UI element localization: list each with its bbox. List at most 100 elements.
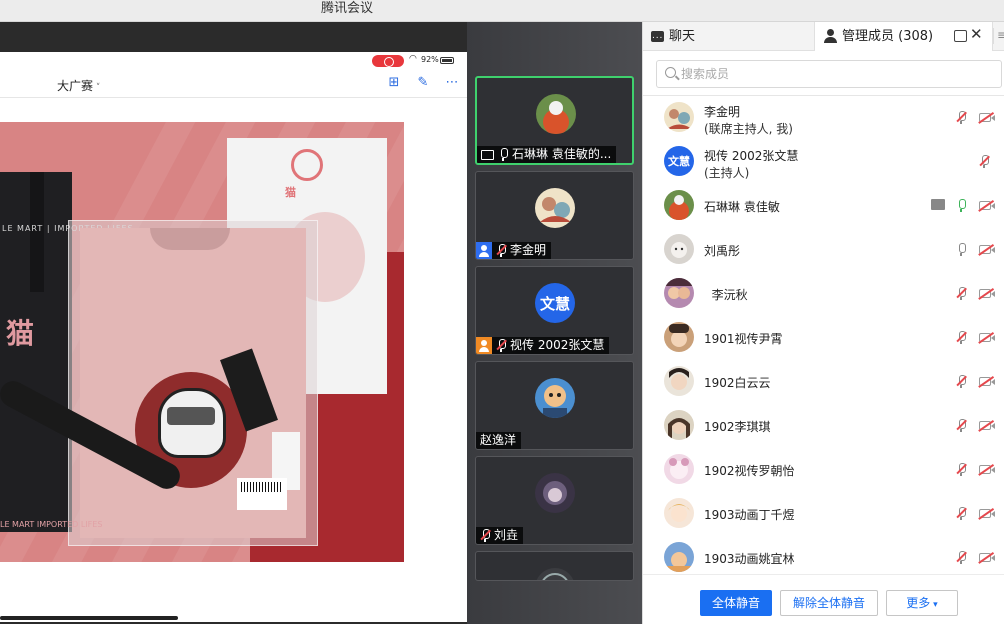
avatar	[664, 278, 694, 308]
avatar: 文慧	[535, 283, 575, 323]
tote-bag: LE MART | IMPORTED LIFES 猫	[0, 172, 133, 532]
tile-name-label: 刘垚	[476, 527, 524, 544]
mute-all-button[interactable]: 全体静音	[700, 590, 772, 616]
avatar	[664, 454, 694, 484]
list-item[interactable]: 1902白云云	[643, 360, 1004, 404]
mic-muted-icon[interactable]	[979, 155, 990, 168]
more-button[interactable]: 更多	[886, 590, 958, 616]
mic-on-icon[interactable]	[956, 199, 966, 212]
camera-off-icon[interactable]	[978, 199, 995, 212]
barcode-label	[237, 478, 287, 510]
video-tile[interactable]	[475, 551, 634, 581]
mic-muted-icon[interactable]	[956, 463, 967, 476]
ipad-home-indicator	[0, 616, 178, 620]
screen-share-icon	[931, 199, 945, 210]
pen-icon: ✎	[417, 75, 429, 90]
avatar	[664, 498, 694, 528]
mic-muted-icon[interactable]	[956, 507, 967, 520]
member-list[interactable]: 李金明 (联席主持人, 我) 文慧 视传 2002张文慧 (主持人) 石琳琳 袁…	[643, 96, 1004, 574]
video-tile[interactable]: 石琳琳 袁佳敏的...	[475, 76, 634, 165]
ipad-status-bar: ◠ 92%	[0, 52, 467, 70]
tab-chat[interactable]: 聊天	[643, 22, 815, 51]
list-item[interactable]: 石琳琳 袁佳敏	[643, 184, 1004, 228]
video-tiles-strip[interactable]: 石琳琳 袁佳敏的... 李金明 文慧 视传 2002张文慧 赵逸洋 刘垚	[467, 22, 642, 624]
avatar	[664, 234, 694, 264]
mic-icon[interactable]	[956, 243, 966, 256]
camera-off-icon[interactable]	[978, 111, 995, 124]
mic-muted-icon	[496, 339, 507, 352]
camera-off-icon[interactable]	[978, 375, 995, 388]
close-icon[interactable]: ✕	[970, 25, 983, 43]
avatar	[535, 473, 575, 513]
list-item[interactable]: 1902李琪琪	[643, 404, 1004, 448]
menu-icon[interactable]: ≡	[993, 28, 1004, 44]
avatar	[664, 102, 694, 132]
mockup-artwork: 猫 LE MART | IMPORTED LIFES 猫 LE MART IMP…	[0, 122, 404, 562]
record-indicator-icon	[372, 55, 404, 67]
mic-muted-icon[interactable]	[956, 551, 967, 564]
list-item[interactable]: 刘禹彤	[643, 228, 1004, 272]
unmute-all-button[interactable]: 解除全体静音	[780, 590, 878, 616]
tile-name-label: 李金明	[476, 242, 552, 259]
camera-off-icon[interactable]	[978, 243, 995, 256]
camera-off-icon[interactable]	[978, 287, 995, 300]
member-name: 李金明	[704, 105, 741, 119]
panel-tabs: 聊天 管理成员 (308) ✕ ≡	[643, 22, 1004, 51]
camera-off-icon[interactable]	[978, 419, 995, 432]
mic-muted-icon[interactable]	[956, 287, 967, 300]
search-icon	[665, 67, 676, 78]
host-badge-icon	[476, 337, 492, 354]
member-name: 1902白云云	[704, 376, 771, 390]
member-name: 刘禹彤	[704, 244, 741, 258]
member-name: 李沅秋	[704, 288, 748, 302]
member-name: 视传 2002张文慧	[704, 149, 799, 163]
list-item[interactable]: 文慧 视传 2002张文慧 (主持人)	[643, 140, 1004, 184]
avatar	[664, 190, 694, 220]
list-item[interactable]: 李金明 (联席主持人, 我)	[643, 96, 1004, 140]
wifi-icon: ◠	[409, 54, 417, 64]
mic-muted-icon[interactable]	[956, 419, 967, 432]
avatar	[535, 378, 575, 418]
shared-screen[interactable]: ◠ 92% 大广赛 ⊞ ✎ ⋯ 猫 LE MART | IMPORTED LIF…	[0, 22, 467, 624]
member-name: 1903动画姚宜林	[704, 552, 795, 566]
video-tile[interactable]: 李金明	[475, 171, 634, 260]
camera-off-icon[interactable]	[978, 331, 995, 344]
member-name: 1902视传罗朝怡	[704, 464, 795, 478]
avatar	[535, 568, 575, 580]
mic-muted-icon	[496, 244, 507, 257]
member-role: (主持人)	[704, 166, 750, 180]
list-item[interactable]: 1902视传罗朝怡	[643, 448, 1004, 492]
video-tile[interactable]: 赵逸洋	[475, 361, 634, 450]
mic-icon	[498, 148, 508, 161]
list-item[interactable]: 1903动画姚宜林	[643, 536, 1004, 574]
ipad-document-toolbar: 大广赛 ⊞ ✎ ⋯	[0, 70, 467, 98]
avatar: 文慧	[664, 146, 694, 176]
brand-logo-icon	[291, 149, 323, 181]
more-icon: ⋯	[445, 75, 459, 90]
member-name: 石琳琳 袁佳敏	[704, 200, 780, 214]
camera-off-icon[interactable]	[978, 507, 995, 520]
video-tile[interactable]: 刘垚	[475, 456, 634, 545]
mic-muted-icon	[480, 529, 491, 542]
search-input[interactable]	[681, 65, 981, 83]
avatar	[664, 322, 694, 352]
tile-name-label: 赵逸洋	[476, 432, 522, 449]
mic-muted-icon[interactable]	[956, 331, 967, 344]
list-item[interactable]: 1903动画丁千煜	[643, 492, 1004, 536]
member-name: 1901视传尹霄	[704, 332, 783, 346]
list-item[interactable]: 1901视传尹霄	[643, 316, 1004, 360]
camera-off-icon[interactable]	[978, 551, 995, 564]
tile-name-label: 石琳琳 袁佳敏的...	[477, 146, 617, 163]
video-tile[interactable]: 文慧 视传 2002张文慧	[475, 266, 634, 355]
screen-share-icon	[481, 149, 494, 160]
window-titlebar: 腾讯会议	[0, 0, 1004, 22]
list-item[interactable]: 李沅秋	[643, 272, 1004, 316]
camera-off-icon[interactable]	[978, 463, 995, 476]
popout-icon[interactable]	[954, 30, 967, 42]
member-search[interactable]	[656, 60, 1002, 88]
chat-icon	[651, 22, 664, 51]
mic-muted-icon[interactable]	[956, 375, 967, 388]
mic-muted-icon[interactable]	[956, 111, 967, 124]
window-title: 腾讯会议	[320, 1, 373, 16]
shared-ipad-screen: ◠ 92% 大广赛 ⊞ ✎ ⋯ 猫 LE MART | IMPORTED LIF…	[0, 52, 467, 622]
